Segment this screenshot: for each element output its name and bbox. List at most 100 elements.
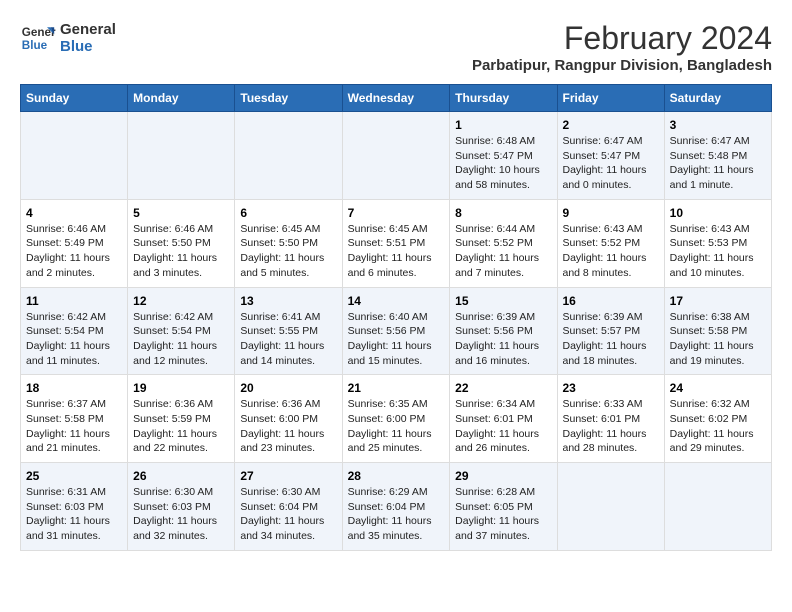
day-info: Sunrise: 6:45 AM Sunset: 5:50 PM Dayligh… [240, 222, 336, 281]
logo-icon: General Blue [20, 20, 56, 56]
day-number: 5 [133, 206, 229, 220]
calendar-week-row: 4 Sunrise: 6:46 AM Sunset: 5:49 PM Daylig… [21, 199, 772, 287]
calendar-cell: 8 Sunrise: 6:44 AM Sunset: 5:52 PM Daylig… [450, 199, 557, 287]
day-info: Sunrise: 6:31 AM Sunset: 6:03 PM Dayligh… [26, 485, 122, 544]
day-info: Sunrise: 6:32 AM Sunset: 6:02 PM Dayligh… [670, 397, 766, 456]
page-subtitle: Parbatipur, Rangpur Division, Bangladesh [472, 57, 772, 74]
day-number: 12 [133, 294, 229, 308]
calendar-cell: 29 Sunrise: 6:28 AM Sunset: 6:05 PM Dayli… [450, 463, 557, 551]
calendar-week-row: 25 Sunrise: 6:31 AM Sunset: 6:03 PM Dayli… [21, 463, 772, 551]
day-number: 9 [563, 206, 659, 220]
day-number: 15 [455, 294, 551, 308]
calendar-cell: 18 Sunrise: 6:37 AM Sunset: 5:58 PM Dayli… [21, 375, 128, 463]
calendar-cell: 17 Sunrise: 6:38 AM Sunset: 5:58 PM Dayli… [664, 287, 771, 375]
calendar-cell: 9 Sunrise: 6:43 AM Sunset: 5:52 PM Daylig… [557, 199, 664, 287]
day-number: 26 [133, 469, 229, 483]
calendar-cell: 10Sunrise: 6:43 AM Sunset: 5:53 PM Dayli… [664, 199, 771, 287]
day-number: 8 [455, 206, 551, 220]
day-number: 29 [455, 469, 551, 483]
calendar-cell: 4 Sunrise: 6:46 AM Sunset: 5:49 PM Daylig… [21, 199, 128, 287]
day-number: 17 [670, 294, 766, 308]
day-number: 21 [348, 381, 445, 395]
day-info: Sunrise: 6:42 AM Sunset: 5:54 PM Dayligh… [26, 310, 122, 369]
calendar-cell [342, 112, 450, 200]
weekday-header: Thursday [450, 85, 557, 112]
day-info: Sunrise: 6:46 AM Sunset: 5:49 PM Dayligh… [26, 222, 122, 281]
weekday-header: Monday [128, 85, 235, 112]
logo: General Blue General Blue [20, 20, 116, 56]
calendar-header-row: SundayMondayTuesdayWednesdayThursdayFrid… [21, 85, 772, 112]
day-number: 24 [670, 381, 766, 395]
calendar-cell: 13Sunrise: 6:41 AM Sunset: 5:55 PM Dayli… [235, 287, 342, 375]
day-info: Sunrise: 6:43 AM Sunset: 5:53 PM Dayligh… [670, 222, 766, 281]
calendar-cell: 23 Sunrise: 6:33 AM Sunset: 6:01 PM Dayli… [557, 375, 664, 463]
day-info: Sunrise: 6:36 AM Sunset: 5:59 PM Dayligh… [133, 397, 229, 456]
day-number: 3 [670, 118, 766, 132]
day-info: Sunrise: 6:38 AM Sunset: 5:58 PM Dayligh… [670, 310, 766, 369]
day-number: 7 [348, 206, 445, 220]
calendar-cell: 28 Sunrise: 6:29 AM Sunset: 6:04 PM Dayli… [342, 463, 450, 551]
calendar-cell: 24 Sunrise: 6:32 AM Sunset: 6:02 PM Dayli… [664, 375, 771, 463]
day-info: Sunrise: 6:43 AM Sunset: 5:52 PM Dayligh… [563, 222, 659, 281]
day-number: 2 [563, 118, 659, 132]
day-info: Sunrise: 6:33 AM Sunset: 6:01 PM Dayligh… [563, 397, 659, 456]
weekday-header: Saturday [664, 85, 771, 112]
day-info: Sunrise: 6:29 AM Sunset: 6:04 PM Dayligh… [348, 485, 445, 544]
day-info: Sunrise: 6:47 AM Sunset: 5:47 PM Dayligh… [563, 134, 659, 193]
calendar-cell: 26 Sunrise: 6:30 AM Sunset: 6:03 PM Dayli… [128, 463, 235, 551]
page-header: General Blue General Blue February 2024 … [20, 20, 772, 74]
weekday-header: Tuesday [235, 85, 342, 112]
day-info: Sunrise: 6:34 AM Sunset: 6:01 PM Dayligh… [455, 397, 551, 456]
day-info: Sunrise: 6:44 AM Sunset: 5:52 PM Dayligh… [455, 222, 551, 281]
calendar-cell: 27 Sunrise: 6:30 AM Sunset: 6:04 PM Dayli… [235, 463, 342, 551]
day-number: 20 [240, 381, 336, 395]
day-info: Sunrise: 6:28 AM Sunset: 6:05 PM Dayligh… [455, 485, 551, 544]
calendar-cell [664, 463, 771, 551]
day-number: 1 [455, 118, 551, 132]
calendar-cell: 6 Sunrise: 6:45 AM Sunset: 5:50 PM Daylig… [235, 199, 342, 287]
day-info: Sunrise: 6:42 AM Sunset: 5:54 PM Dayligh… [133, 310, 229, 369]
day-number: 22 [455, 381, 551, 395]
calendar-cell: 7Sunrise: 6:45 AM Sunset: 5:51 PM Daylig… [342, 199, 450, 287]
calendar-week-row: 18 Sunrise: 6:37 AM Sunset: 5:58 PM Dayli… [21, 375, 772, 463]
calendar-cell: 12 Sunrise: 6:42 AM Sunset: 5:54 PM Dayli… [128, 287, 235, 375]
day-number: 4 [26, 206, 122, 220]
calendar-cell: 16Sunrise: 6:39 AM Sunset: 5:57 PM Dayli… [557, 287, 664, 375]
day-info: Sunrise: 6:30 AM Sunset: 6:04 PM Dayligh… [240, 485, 336, 544]
day-number: 6 [240, 206, 336, 220]
calendar-cell: 1 Sunrise: 6:48 AM Sunset: 5:47 PM Daylig… [450, 112, 557, 200]
calendar-cell: 19 Sunrise: 6:36 AM Sunset: 5:59 PM Dayli… [128, 375, 235, 463]
day-info: Sunrise: 6:48 AM Sunset: 5:47 PM Dayligh… [455, 134, 551, 193]
day-number: 27 [240, 469, 336, 483]
day-info: Sunrise: 6:39 AM Sunset: 5:57 PM Dayligh… [563, 310, 659, 369]
day-info: Sunrise: 6:30 AM Sunset: 6:03 PM Dayligh… [133, 485, 229, 544]
weekday-header: Sunday [21, 85, 128, 112]
calendar-cell [21, 112, 128, 200]
day-number: 11 [26, 294, 122, 308]
day-number: 23 [563, 381, 659, 395]
day-number: 18 [26, 381, 122, 395]
logo-line2: Blue [60, 38, 116, 55]
day-info: Sunrise: 6:41 AM Sunset: 5:55 PM Dayligh… [240, 310, 336, 369]
calendar-cell: 22 Sunrise: 6:34 AM Sunset: 6:01 PM Dayli… [450, 375, 557, 463]
calendar-week-row: 1 Sunrise: 6:48 AM Sunset: 5:47 PM Daylig… [21, 112, 772, 200]
weekday-header: Wednesday [342, 85, 450, 112]
calendar-cell: 2 Sunrise: 6:47 AM Sunset: 5:47 PM Daylig… [557, 112, 664, 200]
day-info: Sunrise: 6:46 AM Sunset: 5:50 PM Dayligh… [133, 222, 229, 281]
calendar-cell [128, 112, 235, 200]
day-number: 19 [133, 381, 229, 395]
calendar-cell: 15 Sunrise: 6:39 AM Sunset: 5:56 PM Dayli… [450, 287, 557, 375]
day-info: Sunrise: 6:35 AM Sunset: 6:00 PM Dayligh… [348, 397, 445, 456]
calendar-cell [557, 463, 664, 551]
day-info: Sunrise: 6:36 AM Sunset: 6:00 PM Dayligh… [240, 397, 336, 456]
day-number: 25 [26, 469, 122, 483]
day-number: 28 [348, 469, 445, 483]
calendar-week-row: 11 Sunrise: 6:42 AM Sunset: 5:54 PM Dayli… [21, 287, 772, 375]
page-title: February 2024 [472, 20, 772, 57]
calendar-cell: 11 Sunrise: 6:42 AM Sunset: 5:54 PM Dayli… [21, 287, 128, 375]
day-info: Sunrise: 6:47 AM Sunset: 5:48 PM Dayligh… [670, 134, 766, 193]
logo-line1: General [60, 21, 116, 38]
weekday-header: Friday [557, 85, 664, 112]
day-info: Sunrise: 6:37 AM Sunset: 5:58 PM Dayligh… [26, 397, 122, 456]
day-info: Sunrise: 6:39 AM Sunset: 5:56 PM Dayligh… [455, 310, 551, 369]
